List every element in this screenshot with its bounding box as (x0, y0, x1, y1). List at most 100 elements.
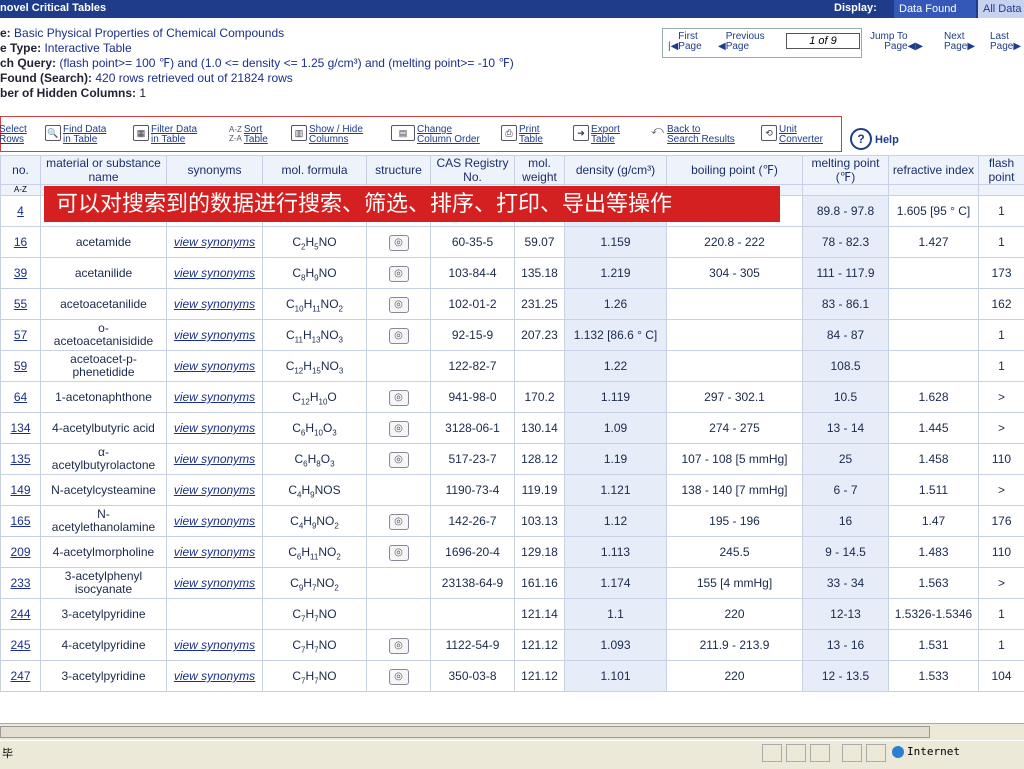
structure-icon[interactable]: ◎ (389, 390, 409, 406)
page-number-input[interactable]: 1 of 9 (786, 33, 860, 49)
structure-icon[interactable]: ◎ (389, 297, 409, 313)
row-number-link[interactable]: 134 (10, 421, 30, 435)
structure-icon[interactable]: ◎ (389, 638, 409, 654)
change-column-order-button[interactable]: ▤Change Column Order (391, 125, 480, 145)
column-header[interactable]: material or substance name (41, 156, 167, 185)
structure-icon[interactable]: ◎ (389, 235, 409, 251)
structure-icon[interactable]: ◎ (389, 328, 409, 344)
row-number-link[interactable]: 245 (10, 638, 30, 652)
view-synonyms-link[interactable]: view synonyms (174, 452, 255, 466)
density: 1.132 [86.6 ° C] (565, 320, 667, 351)
row-number-cell: 165 (1, 506, 41, 537)
flash-point: 1 (979, 196, 1024, 227)
row-number-link[interactable]: 247 (10, 669, 30, 683)
structure-icon[interactable]: ◎ (389, 545, 409, 561)
row-number-link[interactable]: 64 (14, 390, 27, 404)
next-page-icon: ▶ (967, 41, 975, 52)
view-synonyms-link[interactable]: view synonyms (174, 638, 255, 652)
view-synonyms-link[interactable]: view synonyms (174, 669, 255, 683)
boiling-point: 138 - 140 [7 mmHg] (667, 475, 803, 506)
unit-converter-button[interactable]: ⟲Unit Converter (761, 125, 823, 145)
column-header[interactable]: refractive index (889, 156, 979, 185)
first-page-button[interactable]: |◀First Page (668, 32, 702, 52)
previous-page-button[interactable]: ◀Previous Page (718, 32, 765, 52)
cas-number: 3128-06-1 (431, 413, 515, 444)
mol-weight (515, 351, 565, 382)
mol-weight: 135.18 (515, 258, 565, 289)
view-synonyms-link[interactable]: view synonyms (174, 266, 255, 280)
last-page-button[interactable]: Last Page▶ (990, 32, 1021, 52)
column-header[interactable]: flash point (979, 156, 1024, 185)
structure-icon[interactable]: ◎ (389, 669, 409, 685)
structure-cell: ◎ (367, 661, 431, 692)
view-synonyms-link[interactable]: view synonyms (174, 390, 255, 404)
table-row: 135α- acetylbutyrolactoneview synonymsC6… (1, 444, 1024, 475)
jump-to-page-button[interactable]: Jump To Page◀▶ (870, 32, 923, 52)
display-all-data-tab[interactable]: All Data (978, 0, 1024, 18)
view-synonyms-link[interactable]: view synonyms (174, 545, 255, 559)
row-number-link[interactable]: 233 (10, 576, 30, 590)
structure-icon[interactable]: ◎ (389, 514, 409, 530)
view-synonyms-link[interactable]: view synonyms (174, 235, 255, 249)
row-number-link[interactable]: 4 (17, 204, 24, 218)
synonyms-cell: view synonyms (167, 413, 263, 444)
az-sort-link[interactable]: A-Z (1, 185, 41, 196)
sort-table-button[interactable]: A-Z Z-ASort Table (229, 125, 268, 145)
structure-cell: ◎ (367, 413, 431, 444)
show-hide-columns-button[interactable]: ▥Show / Hide Columns (291, 125, 363, 145)
display-data-found-tab[interactable]: Data Found (894, 0, 976, 18)
row-number-link[interactable]: 55 (14, 297, 27, 311)
row-number-link[interactable]: 57 (14, 328, 27, 342)
filter-data-button[interactable]: ▦Filter Data in Table (133, 125, 197, 145)
row-number-link[interactable]: 209 (10, 545, 30, 559)
view-synonyms-link[interactable]: view synonyms (174, 514, 255, 528)
column-header[interactable]: synonyms (167, 156, 263, 185)
boiling-point: 220 (667, 661, 803, 692)
row-number-link[interactable]: 244 (10, 607, 30, 621)
row-number-link[interactable]: 135 (10, 452, 30, 466)
back-to-search-button[interactable]: ⤺Back to Search Results (651, 125, 735, 145)
find-data-button[interactable]: 🔍Find Data in Table (45, 125, 106, 145)
refractive-index (889, 258, 979, 289)
help-button[interactable]: ?Help (850, 128, 899, 150)
select-rows-button[interactable]: Select Rows (0, 125, 27, 145)
export-table-button[interactable]: ➜Export Table (573, 125, 620, 145)
row-number-link[interactable]: 39 (14, 266, 27, 280)
column-header[interactable]: mol. weight (515, 156, 565, 185)
view-synonyms-link[interactable]: view synonyms (174, 421, 255, 435)
column-header[interactable]: no. (1, 156, 41, 185)
column-header[interactable]: density (g/cm³) (565, 156, 667, 185)
flash-point: 173 (979, 258, 1024, 289)
column-header[interactable]: boiling point (℉) (667, 156, 803, 185)
synonyms-cell: view synonyms (167, 258, 263, 289)
next-page-button[interactable]: Next Page▶ (944, 32, 975, 52)
boiling-point (667, 351, 803, 382)
refractive-index: 1.5326-1.5346 (889, 599, 979, 630)
structure-icon[interactable]: ◎ (389, 266, 409, 282)
cas-number: 517-23-7 (431, 444, 515, 475)
material-name: acetoacet-p- phenetidide (41, 351, 167, 382)
scrollbar-thumb[interactable] (0, 726, 930, 738)
row-number-link[interactable]: 149 (10, 483, 30, 497)
row-number-link[interactable]: 16 (14, 235, 27, 249)
view-synonyms-link[interactable]: view synonyms (174, 328, 255, 342)
view-synonyms-link[interactable]: view synonyms (174, 297, 255, 311)
refractive-index (889, 320, 979, 351)
column-header[interactable]: melting point (℉) (803, 156, 889, 185)
column-header[interactable]: structure (367, 156, 431, 185)
structure-icon[interactable]: ◎ (389, 452, 409, 468)
print-table-button[interactable]: ⎙Print Table (501, 125, 543, 145)
structure-icon[interactable]: ◎ (389, 421, 409, 437)
boiling-point: 304 - 305 (667, 258, 803, 289)
column-header[interactable]: mol. formula (263, 156, 367, 185)
structure-cell: ◎ (367, 320, 431, 351)
row-number-cell: 59 (1, 351, 41, 382)
table-toolbar: Select Rows 🔍Find Data in Table ▦Filter … (0, 116, 842, 152)
column-header[interactable]: CAS Registry No. (431, 156, 515, 185)
row-number-link[interactable]: 165 (10, 514, 30, 528)
view-synonyms-link[interactable]: view synonyms (174, 576, 255, 590)
view-synonyms-link[interactable]: view synonyms (174, 483, 255, 497)
view-synonyms-link[interactable]: view synonyms (174, 359, 255, 373)
row-number-link[interactable]: 59 (14, 359, 27, 373)
horizontal-scrollbar[interactable] (0, 723, 1024, 740)
